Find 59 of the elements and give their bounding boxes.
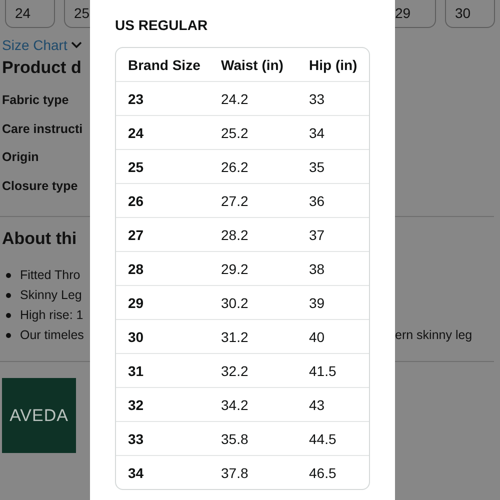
table-cell-text: 33 [128,430,145,446]
table-cell-text: 29 [128,294,145,310]
table-cell-text: 35.8 [221,430,250,446]
table-cell-text: 24.2 [221,90,250,106]
column-header: Waist (in) [221,56,284,72]
size-option[interactable]: 24 [5,0,55,28]
detail-label: Care instructi [2,122,83,136]
table-cell-text: 31 [128,362,145,378]
table-cell-text: 28 [128,260,145,276]
bullet-text: ern skinny leg [395,327,472,344]
detail-label: Origin [2,150,39,164]
column-header: Brand Size [128,56,202,72]
bullet-icon [6,292,11,298]
table-cell-text: 43 [309,396,326,412]
table-cell-text: 41.5 [309,362,338,378]
table-cell-text: 35 [309,158,326,174]
table-cell-text: 28.2 [221,226,250,242]
detail-label: Closure type [2,178,78,192]
table-cell-text: 40 [309,328,326,344]
bullet-icon [6,332,11,338]
chevron-down-icon [71,41,82,49]
bullet-icon [6,272,11,278]
bullet-icon [6,312,11,318]
table-cell-text: 30 [128,328,145,344]
table-cell-text: 37 [309,226,326,242]
size-option[interactable]: 30 [445,0,495,28]
column-header: Hip (in) [309,56,358,72]
table-cell-text: 44.5 [309,430,338,446]
table-cell-text: 31.2 [221,328,250,344]
detail-label: Fabric type [2,93,69,107]
table-cell-text: 23 [128,90,145,106]
table-cell-text: 38 [309,260,326,276]
table-cell-text: 32.2 [221,362,250,378]
brand-logo: AVEDA [2,378,76,453]
table-cell-text: 26 [128,192,145,208]
table-cell-text: 46.5 [309,464,338,480]
section-heading: Product d [2,58,82,77]
dialog-title: US REGULAR [115,17,208,33]
table-cell-text: 24 [128,124,145,140]
table-cell-text: 37.8 [221,464,250,480]
bullet-text: Skinny Leg [20,287,82,304]
bullet-text: Our timeles [20,327,84,344]
table-cell-text: 25.2 [221,124,250,140]
table-cell-text: 36 [309,192,326,208]
bullet-text: Fitted Thro [20,267,80,284]
table-cell-text: 26.2 [221,158,250,174]
table-cell-text: 27 [128,226,145,242]
table-cell-text: 39 [309,294,326,310]
table-cell-text: 30.2 [221,294,250,310]
table-cell-text: 34.2 [221,396,250,412]
table-cell-text: 29.2 [221,260,250,276]
section-heading: About thi [2,229,77,248]
table-cell-text: 34 [128,464,145,480]
table-cell-text: 25 [128,158,145,174]
table-cell-text: 34 [309,124,326,140]
bullet-text: High rise: 1 [20,307,84,324]
table-cell-text: 32 [128,396,145,412]
table-cell-text: 27.2 [221,192,250,208]
table-cell-text: 33 [309,90,326,106]
